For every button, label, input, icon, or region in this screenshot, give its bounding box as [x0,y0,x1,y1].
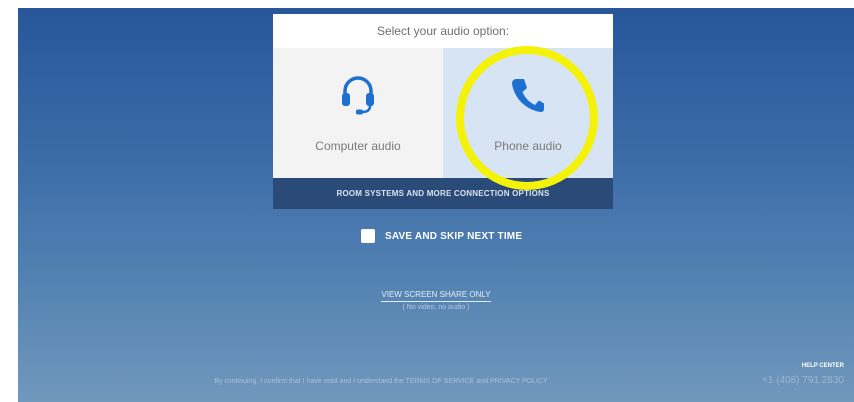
view-share-subtext: ( No video, no audio ) [402,304,470,311]
footer-text: By continuing, I confirm that I have rea… [214,378,404,385]
footer-disclaimer: By continuing, I confirm that I have rea… [18,378,854,385]
headset-icon [340,73,376,117]
help-phone-number: +1 (408) 791 2830 [761,375,844,386]
footer-and: and [476,378,489,385]
save-skip-checkbox[interactable] [361,229,375,243]
privacy-policy-link[interactable]: PRIVACY POLICY [490,378,548,385]
save-skip-toggle[interactable]: SAVE AND SKIP NEXT TIME [361,226,522,246]
card-title: Select your audio option: [376,24,510,38]
phone-audio-option[interactable]: Phone audio [443,48,613,178]
view-screen-share-link[interactable]: VIEW SCREEN SHARE ONLY [381,290,491,302]
phone-icon [510,73,546,117]
terms-of-service-link[interactable]: TERMS OF SERVICE [406,378,475,385]
help-center-link[interactable]: HELP CENTER [762,363,844,369]
room-systems-button[interactable]: ROOM SYSTEMS AND MORE CONNECTION OPTIONS [273,178,613,209]
phone-audio-label: Phone audio [494,139,562,153]
page-background: Select your audio option: Computer audio [18,8,854,402]
save-skip-label: SAVE AND SKIP NEXT TIME [385,230,523,242]
computer-audio-option[interactable]: Computer audio [273,48,443,178]
computer-audio-label: Computer audio [315,139,401,153]
view-share-row: VIEW SCREEN SHARE ONLY [18,284,854,302]
audio-options-card: Select your audio option: Computer audio [273,14,613,209]
help-center: HELP CENTER +1 (408) 791 2830 [762,363,844,386]
